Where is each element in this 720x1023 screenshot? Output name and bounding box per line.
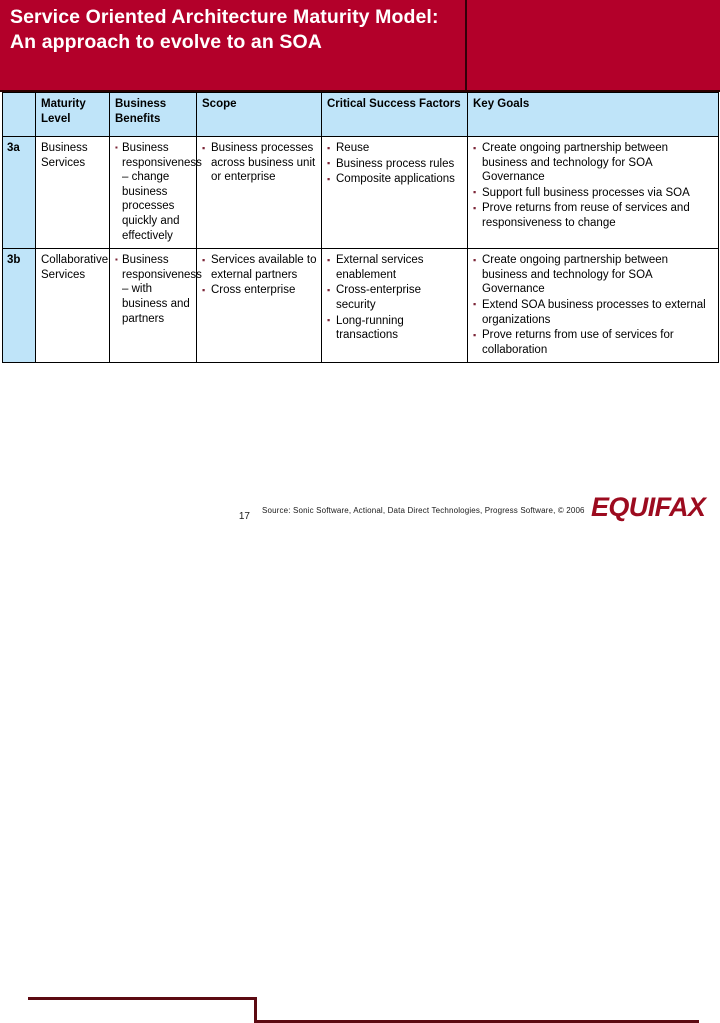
- list-item: Reuse: [327, 141, 463, 156]
- cell-maturity-level: Collaborative Services: [35, 248, 110, 364]
- list-item: Prove returns from use of services for c…: [473, 328, 714, 357]
- row-index-3b: 3b: [2, 248, 36, 364]
- banner-divider: [465, 0, 467, 90]
- soa-maturity-table: Maturity Level Business Benefits Scope C…: [2, 92, 719, 364]
- list-item: Create ongoing partnership between busin…: [473, 253, 714, 297]
- list-item: Support full business processes via SOA: [473, 185, 714, 201]
- page-title: Service Oriented Architecture Maturity M…: [10, 6, 439, 53]
- business-benefits-list: Business responsiveness – change busines…: [115, 140, 202, 243]
- title-banner: Service Oriented Architecture Maturity M…: [0, 0, 720, 92]
- cell-scope: Business processes across business unit …: [196, 135, 322, 250]
- scope-list: Business processes across business unit …: [202, 141, 317, 185]
- list-item: Composite applications: [327, 172, 463, 187]
- key-goals-list: Create ongoing partnership between busin…: [473, 253, 714, 357]
- list-item: Extend SOA business processes to externa…: [473, 297, 714, 327]
- list-item: Prove returns from reuse of services and…: [473, 201, 714, 230]
- scope-list: Services available to external partnersC…: [202, 253, 317, 298]
- page-number: 17: [238, 511, 250, 522]
- critical-success-factors-list: ReuseBusiness process rulesComposite app…: [327, 141, 463, 187]
- column-header-business-benefits: Business Benefits: [109, 92, 197, 137]
- list-item: Long-running transactions: [327, 313, 463, 343]
- business-benefits-list: Business responsiveness – with business …: [115, 253, 202, 326]
- list-item: Create ongoing partnership between busin…: [473, 141, 714, 185]
- cell-critical-success-factors: ReuseBusiness process rulesComposite app…: [321, 135, 468, 250]
- list-item: Services available to external partners: [202, 253, 317, 282]
- cell-key-goals: Create ongoing partnership between busin…: [467, 248, 719, 364]
- key-goals-list: Create ongoing partnership between busin…: [473, 141, 714, 231]
- column-header-key-goals: Key Goals: [467, 92, 719, 137]
- cell-business-benefits: Business responsiveness – with business …: [109, 248, 202, 364]
- list-item: Cross-enterprise security: [327, 283, 463, 312]
- maturity-level-text: Collaborative Services: [41, 254, 109, 281]
- table-row: 3aBusiness Services Business responsivene…: [2, 135, 719, 250]
- cell-key-goals: Create ongoing partnership between busin…: [467, 135, 719, 250]
- equifax-logo: EQUIFAX: [591, 492, 706, 522]
- source-note: Source: Sonic Software, Actional, Data D…: [262, 506, 585, 515]
- maturity-level-text: Business Services: [41, 142, 88, 169]
- table-header-row: Maturity Level Business Benefits Scope C…: [2, 92, 719, 137]
- column-header-scope: Scope: [196, 92, 322, 137]
- column-header-critical-success-factors: Critical Success Factors: [321, 92, 468, 137]
- list-item: Business responsiveness – with business …: [115, 253, 202, 326]
- footer-rule-upper-segment: [28, 997, 257, 1000]
- table-body: 3aBusiness Services Business responsivene…: [2, 135, 719, 364]
- table-row: 3bCollaborative ServicesBusiness respons…: [2, 248, 719, 364]
- column-header-index: [2, 92, 36, 137]
- list-item: Business process rules: [327, 156, 463, 172]
- column-header-maturity-level: Maturity Level: [35, 92, 110, 137]
- cell-scope: Services available to external partnersC…: [196, 248, 322, 364]
- cell-business-benefits: Business responsiveness – change busines…: [109, 135, 202, 250]
- cell-maturity-level: Business Services: [35, 135, 110, 250]
- row-index-3a: 3a: [2, 135, 36, 250]
- list-item: Business responsiveness – change busines…: [115, 140, 202, 243]
- cell-critical-success-factors: External services enablementCross-enterp…: [321, 248, 468, 364]
- list-item: Business processes across business unit …: [202, 141, 317, 185]
- critical-success-factors-list: External services enablementCross-enterp…: [327, 253, 463, 343]
- list-item: Cross enterprise: [202, 283, 317, 298]
- list-item: External services enablement: [327, 253, 463, 282]
